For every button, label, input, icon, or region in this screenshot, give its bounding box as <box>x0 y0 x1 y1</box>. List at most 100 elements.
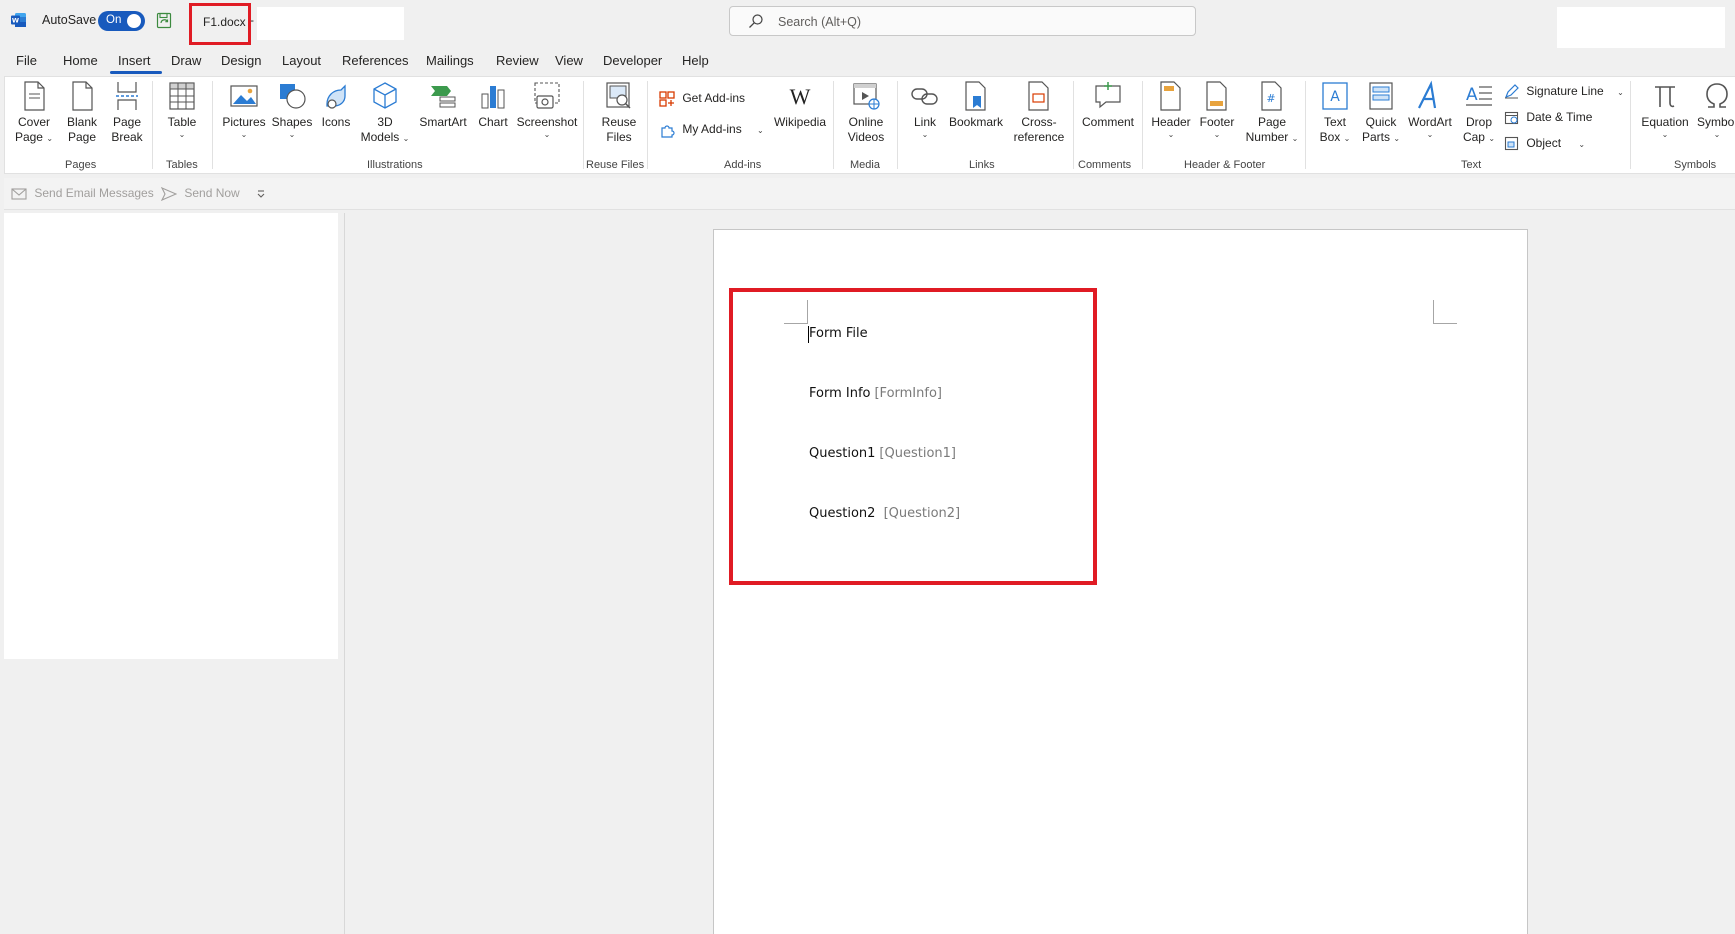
filename-highlight-box <box>189 3 251 45</box>
cover-page-label-1: Cover <box>17 115 50 129</box>
tab-help[interactable]: Help <box>682 53 709 68</box>
symbol-label: Symbol <box>1696 115 1735 129</box>
chevron-down-icon: ⌄ <box>921 130 929 139</box>
tab-draw[interactable]: Draw <box>171 53 201 68</box>
signature-line-button[interactable]: Signature Line ⌄ <box>1504 84 1624 99</box>
header-button[interactable]: Header ⌄ <box>1148 80 1194 140</box>
bar-chart-icon <box>481 86 505 109</box>
chevron-down-icon: ⌄ <box>1343 134 1351 143</box>
group-label-pages: Pages <box>65 159 97 171</box>
group-label-comments: Comments <box>1078 159 1132 171</box>
group-label-links: Links <box>969 159 995 171</box>
content-highlight-box <box>729 288 1097 585</box>
tab-layout[interactable]: Layout <box>282 53 321 68</box>
screenshot-camera-icon <box>534 82 560 109</box>
shapes-button[interactable]: Shapes ⌄ <box>269 80 315 140</box>
page-number-button[interactable]: # Page Number ⌄ <box>1241 80 1303 146</box>
group-label-illustrations: Illustrations <box>367 159 423 171</box>
screenshot-button[interactable]: Screenshot ⌄ <box>515 80 579 140</box>
customize-toolbar-button[interactable] <box>256 186 270 200</box>
reuse-files-button[interactable]: Reuse Files <box>595 80 643 145</box>
cover-page-label-2: Page <box>14 130 43 144</box>
chart-button[interactable]: Chart <box>473 80 513 130</box>
table-button[interactable]: Table ⌄ <box>160 80 204 140</box>
3d-models-button[interactable]: 3D Models ⌄ <box>358 80 412 146</box>
comment-button[interactable]: Comment <box>1077 80 1139 130</box>
online-videos-button[interactable]: Online Videos <box>841 80 891 145</box>
my-add-ins-button[interactable]: My Add-ins ⌄ <box>659 122 764 138</box>
search-icon <box>749 14 763 28</box>
tab-view[interactable]: View <box>555 53 583 68</box>
blank-page-label-1: Blank <box>66 115 98 129</box>
active-tab-indicator <box>110 71 162 74</box>
margin-corner-top-right <box>1433 300 1457 324</box>
wordart-label: WordArt <box>1408 115 1452 129</box>
tab-developer[interactable]: Developer <box>603 53 662 68</box>
tab-home[interactable]: Home <box>63 53 98 68</box>
cover-page-button[interactable]: Cover Page ⌄ <box>12 80 56 146</box>
icons-button[interactable]: Icons <box>316 80 356 130</box>
store-grid-icon <box>659 91 675 107</box>
send-now-button[interactable]: Send Now <box>160 186 240 201</box>
table-icon <box>169 82 195 110</box>
search-box[interactable]: Search (Alt+Q) <box>729 6 1196 36</box>
link-button[interactable]: Link ⌄ <box>905 80 945 140</box>
reuse-files-label-1: Reuse <box>601 115 637 129</box>
date-time-button[interactable]: Date & Time <box>1504 110 1592 125</box>
save-sync-icon[interactable] <box>156 12 173 29</box>
wordart-icon <box>1418 80 1437 109</box>
footer-button[interactable]: Footer ⌄ <box>1195 80 1239 140</box>
tab-file[interactable]: File <box>16 53 37 68</box>
pictures-button[interactable]: Pictures ⌄ <box>220 80 268 140</box>
cover-page-icon <box>24 81 45 111</box>
send-email-messages-button[interactable]: Send Email Messages <box>11 186 154 201</box>
group-label-header-footer: Header & Footer <box>1184 159 1266 171</box>
page-break-icon <box>116 82 138 110</box>
reuse-files-icon <box>606 82 631 109</box>
wikipedia-button[interactable]: W Wikipedia <box>770 80 830 130</box>
chevron-down-icon: ⌄ <box>1488 134 1496 143</box>
bookmark-button[interactable]: Bookmark <box>946 80 1006 130</box>
drop-cap-button[interactable]: A Drop Cap ⌄ <box>1457 80 1501 146</box>
drop-cap-label-1: Drop <box>1465 115 1492 129</box>
pane-divider[interactable] <box>344 213 345 934</box>
quick-parts-button[interactable]: Quick Parts ⌄ <box>1359 80 1403 146</box>
word-app-icon: W <box>11 13 26 27</box>
3d-models-label-2: Models <box>360 130 400 144</box>
get-add-ins-button[interactable]: Get Add-ins <box>659 91 745 107</box>
header-label: Header <box>1151 115 1191 129</box>
equation-button[interactable]: Equation ⌄ <box>1637 80 1693 140</box>
quick-parts-label-1: Quick <box>1365 115 1397 129</box>
group-label-media: Media <box>850 159 880 171</box>
blank-page-button[interactable]: Blank Page <box>60 80 104 145</box>
date-time-label: Date & Time <box>1526 110 1593 124</box>
tab-design[interactable]: Design <box>221 53 261 68</box>
puzzle-icon <box>661 125 675 138</box>
group-label-text: Text <box>1461 159 1482 171</box>
send-arrow-icon <box>160 186 178 201</box>
cross-reference-button[interactable]: Cross- reference <box>1008 80 1070 145</box>
text-box-button[interactable]: A Text Box ⌄ <box>1313 80 1357 146</box>
chevron-down-icon: ⌄ <box>1578 140 1586 149</box>
object-button[interactable]: Object ⌄ <box>1504 136 1585 151</box>
table-label: Table <box>167 115 197 129</box>
wikipedia-label: Wikipedia <box>773 115 827 129</box>
chevron-down-icon: ⌄ <box>178 130 186 139</box>
tab-references[interactable]: References <box>342 53 408 68</box>
group-separator <box>212 81 213 169</box>
chevron-down-icon: ⌄ <box>288 130 296 139</box>
omega-symbol-icon <box>1706 83 1728 108</box>
tab-mailings[interactable]: Mailings <box>426 53 474 68</box>
group-separator <box>833 81 834 169</box>
symbol-button[interactable]: Symbol ⌄ <box>1693 80 1735 140</box>
tab-insert[interactable]: Insert <box>118 53 151 68</box>
tab-review[interactable]: Review <box>496 53 539 68</box>
page-break-button[interactable]: Page Break <box>105 80 149 145</box>
wordart-button[interactable]: WordArt ⌄ <box>1404 80 1456 140</box>
page-break-label-2: Break <box>111 130 143 144</box>
autosave-toggle[interactable]: On <box>98 11 145 31</box>
blank-page-label-2: Page <box>67 130 97 144</box>
chevron-down-icon: ⌄ <box>1617 88 1624 97</box>
smartart-button[interactable]: SmartArt <box>415 80 471 130</box>
text-box-label-1: Text <box>1323 115 1346 129</box>
